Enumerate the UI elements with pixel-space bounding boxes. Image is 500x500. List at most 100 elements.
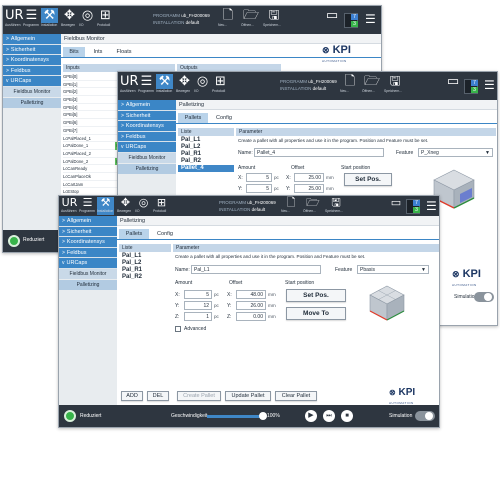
hamburger-menu-icon[interactable]: ☰ bbox=[365, 13, 377, 25]
run-tool[interactable]: ᑌR Ausführen bbox=[120, 74, 139, 93]
sidebar-item-palletizing[interactable]: Palletizing bbox=[118, 163, 176, 175]
feature-select[interactable]: Pbasis ▼ bbox=[357, 265, 429, 274]
tab-pallets[interactable]: Pallets bbox=[178, 113, 208, 123]
local-mode[interactable]: ▭ bbox=[389, 197, 403, 209]
move-tool[interactable]: ✥ Bewegen bbox=[61, 8, 78, 27]
sidebar-item-allgemein[interactable]: > Allgemein bbox=[118, 100, 176, 111]
y-amount-input[interactable]: 12 bbox=[184, 301, 212, 310]
set-pos-button[interactable]: Set Pos. bbox=[286, 289, 346, 302]
x-offset-input[interactable]: 25.00 bbox=[294, 173, 324, 182]
sidebar-item-sicherheit[interactable]: > Sicherheit bbox=[59, 226, 117, 237]
tab-pallets[interactable]: Pallets bbox=[119, 229, 149, 239]
new-file-tool[interactable]: 🗋 Neu... bbox=[340, 74, 360, 93]
simulation-toggle[interactable] bbox=[474, 292, 494, 302]
pallet-name-input[interactable]: Pallet_4 bbox=[254, 148, 384, 157]
simulation-toggle[interactable] bbox=[415, 411, 435, 421]
new-file-tool[interactable]: 🗋 Neu... bbox=[281, 197, 301, 214]
save-file-tool[interactable]: 🖫 Speichern... bbox=[384, 74, 406, 93]
io-tool[interactable]: ◎ I/O bbox=[79, 8, 96, 27]
hamburger-menu-icon[interactable]: ☰ bbox=[426, 200, 438, 212]
log-tool[interactable]: ⊞ Protokoll bbox=[153, 197, 170, 215]
sidebar-item-urcaps[interactable]: v URCaps bbox=[3, 76, 61, 87]
program-tool[interactable]: ☰ Programm bbox=[79, 197, 96, 215]
y-amount-input[interactable]: 5 bbox=[246, 184, 272, 193]
save-file-tool[interactable]: 🖫 Speichern... bbox=[263, 8, 285, 27]
open-file-tool[interactable]: 🗁 Öffnen... bbox=[362, 74, 382, 93]
pallet-name-input[interactable]: Pal_L1 bbox=[191, 265, 321, 274]
move-tool[interactable]: ✥ Bewegen bbox=[176, 74, 193, 93]
sidebar-item-fieldbus-monitor[interactable]: Fieldbus Monitor bbox=[59, 268, 117, 280]
list-item[interactable]: Pal_R1 bbox=[178, 151, 234, 158]
sidebar-item-koordinatensysteme[interactable]: > Koordinatensys bbox=[59, 237, 117, 248]
run-tool[interactable]: ᑌR Ausführen bbox=[5, 8, 24, 27]
advanced-checkbox[interactable] bbox=[175, 326, 181, 332]
sidebar-item-urcaps[interactable]: v URCaps bbox=[59, 258, 117, 269]
tab-ints[interactable]: Ints bbox=[87, 47, 109, 57]
sidebar-item-fieldbus-monitor[interactable]: Fieldbus Monitor bbox=[3, 86, 61, 98]
stop-button[interactable]: ■ bbox=[341, 410, 353, 422]
sidebar-item-feldbus[interactable]: > Feldbus bbox=[59, 247, 117, 258]
local-mode[interactable]: ▭ bbox=[325, 8, 339, 23]
run-tool[interactable]: ᑌR Ausführen bbox=[61, 197, 78, 215]
list-item[interactable]: Pal_L1 bbox=[178, 137, 234, 144]
move-to-button[interactable]: Move To bbox=[286, 307, 346, 320]
z-amount-input[interactable]: 1 bbox=[184, 312, 212, 321]
set-pos-button[interactable]: Set Pos. bbox=[344, 173, 392, 186]
sidebar-item-feldbus[interactable]: > Feldbus bbox=[118, 131, 176, 142]
create-pallet-button[interactable]: Create Pallet bbox=[177, 391, 221, 401]
list-item[interactable]: Pal_R2 bbox=[119, 274, 171, 281]
x-amount-input[interactable]: 5 bbox=[184, 290, 212, 299]
log-tool[interactable]: ⊞ Protokoll bbox=[97, 8, 114, 27]
speed-slider[interactable] bbox=[207, 412, 267, 420]
tab-config[interactable]: Config bbox=[210, 113, 238, 123]
program-tool[interactable]: ☰ Programm bbox=[23, 8, 40, 27]
installation-tool[interactable]: ⚒ Installation bbox=[156, 74, 173, 93]
y-offset-input[interactable]: 26.00 bbox=[236, 301, 266, 310]
tab-config[interactable]: Config bbox=[151, 229, 179, 239]
io-tool[interactable]: ◎ I/O bbox=[194, 74, 211, 93]
installation-tool[interactable]: ⚒ Installation bbox=[41, 8, 58, 27]
tab-floats[interactable]: Floats bbox=[111, 47, 137, 57]
play-button[interactable]: ▶ bbox=[305, 410, 317, 422]
hamburger-menu-icon[interactable]: ☰ bbox=[484, 79, 496, 91]
installation-tool[interactable]: ⚒ Installation bbox=[97, 197, 114, 215]
list-item[interactable]: Pal_R1 bbox=[119, 267, 171, 274]
local-mode[interactable]: ▭ bbox=[446, 74, 460, 89]
speed-slider-knob[interactable] bbox=[259, 412, 267, 420]
clear-pallet-button[interactable]: Clear Pallet bbox=[275, 391, 317, 401]
tab-bits[interactable]: Bits bbox=[63, 47, 85, 57]
sidebar-item-sicherheit[interactable]: > Sicherheit bbox=[118, 110, 176, 121]
program-tool[interactable]: ☰ Programm bbox=[138, 74, 155, 93]
del-button[interactable]: DEL bbox=[147, 391, 169, 401]
robot-status-icon[interactable] bbox=[64, 410, 76, 422]
sidebar-item-fieldbus-monitor[interactable]: Fieldbus Monitor bbox=[118, 152, 176, 164]
list-item[interactable]: Pal_R2 bbox=[178, 158, 234, 165]
sidebar-item-feldbus[interactable]: > Feldbus bbox=[3, 65, 61, 76]
robot-status-icon[interactable] bbox=[8, 235, 20, 247]
sidebar-item-sicherheit[interactable]: > Sicherheit bbox=[3, 44, 61, 55]
save-file-tool[interactable]: 🖫 Speichern... bbox=[325, 197, 347, 214]
list-item-selected[interactable]: Pallet_4 bbox=[178, 165, 234, 172]
add-button[interactable]: ADD bbox=[121, 391, 143, 401]
log-tool[interactable]: ⊞ Protokoll bbox=[212, 74, 229, 93]
sidebar-item-koordinatensysteme[interactable]: > Koordinatensys bbox=[118, 121, 176, 132]
sidebar-item-palletizing[interactable]: Palletizing bbox=[59, 279, 117, 291]
y-offset-input[interactable]: 25.00 bbox=[294, 184, 324, 193]
z-offset-input[interactable]: 0.00 bbox=[236, 312, 266, 321]
new-file-tool[interactable]: 🗋 Neu... bbox=[218, 8, 238, 27]
sidebar-item-urcaps[interactable]: v URCaps bbox=[118, 142, 176, 153]
x-offset-input[interactable]: 48.00 bbox=[236, 290, 266, 299]
x-amount-input[interactable]: 5 bbox=[246, 173, 272, 182]
update-pallet-button[interactable]: Update Pallet bbox=[225, 391, 271, 401]
io-tool[interactable]: ◎ I/O bbox=[135, 197, 152, 215]
sidebar-item-koordinatensysteme[interactable]: > Koordinatensys bbox=[3, 55, 61, 66]
list-item[interactable]: Pal_L2 bbox=[119, 260, 171, 267]
open-file-tool[interactable]: 🗁 Öffnen... bbox=[303, 197, 323, 214]
sidebar-item-allgemein[interactable]: > Allgemein bbox=[3, 34, 61, 45]
move-tool[interactable]: ✥ Bewegen bbox=[117, 197, 134, 215]
sidebar-item-allgemein[interactable]: > Allgemein bbox=[59, 216, 117, 227]
feature-select[interactable]: P_Xneg ▼ bbox=[418, 148, 493, 157]
list-item[interactable]: Pal_L2 bbox=[178, 144, 234, 151]
sidebar-item-palletizing[interactable]: Palletizing bbox=[3, 97, 61, 109]
open-file-tool[interactable]: 🗁 Öffnen... bbox=[241, 8, 261, 27]
